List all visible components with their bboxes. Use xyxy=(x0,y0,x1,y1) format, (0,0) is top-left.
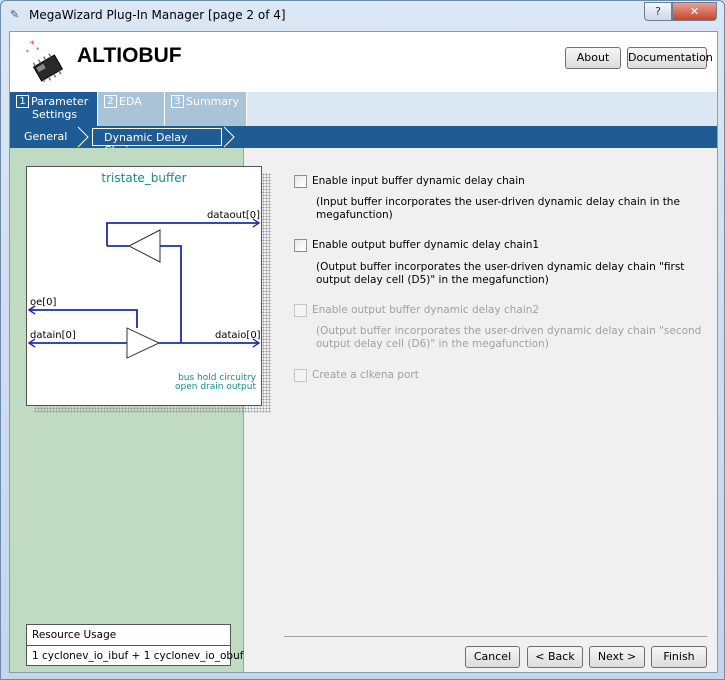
option-description: (Input buffer incorporates the user-driv… xyxy=(316,196,680,221)
option-label: Enable output buffer dynamic delay chain… xyxy=(312,239,540,251)
resource-usage-title: Resource Usage xyxy=(32,629,117,641)
diagram-wires xyxy=(27,218,261,359)
next-button[interactable]: Next > xyxy=(589,646,645,668)
port-dataout: dataout[0] xyxy=(207,210,261,221)
output-buffer-symbol xyxy=(126,327,161,359)
svg-text:*: * xyxy=(36,46,40,54)
checkbox[interactable] xyxy=(294,369,307,382)
tab-label: Summary xyxy=(186,95,240,108)
back-button[interactable]: < Back xyxy=(527,646,583,668)
port-datain: datain[0] xyxy=(30,330,76,341)
window-title: MegaWizard Plug-In Manager [page 2 of 4] xyxy=(29,8,286,22)
port-dataio: dataio[0] xyxy=(215,330,261,341)
breadcrumb-current[interactable]: Dynamic Delay Chains xyxy=(92,128,222,157)
tab-label: Parameter xyxy=(31,95,89,108)
header: * * * ALTIOBUF About Documentation xyxy=(10,32,717,92)
tab-number: 1 xyxy=(16,95,29,108)
tab-label-line2: Settings xyxy=(32,108,78,121)
input-buffer-symbol xyxy=(127,229,161,263)
option-label: Create a clkena port xyxy=(312,369,419,381)
svg-text:*: * xyxy=(30,40,35,50)
option-description: (Output buffer incorporates the user-dri… xyxy=(316,261,685,286)
resource-usage-value: 1 cyclonev_io_ibuf + 1 cyclonev_io_obuf xyxy=(32,650,244,662)
option-description: (Output buffer incorporates the user-dri… xyxy=(316,325,702,350)
checkbox[interactable] xyxy=(294,175,307,188)
checkbox[interactable] xyxy=(294,239,307,252)
wizard-window: ✎ MegaWizard Plug-In Manager [page 2 of … xyxy=(0,0,725,680)
chevron-right-icon xyxy=(77,126,89,148)
tab-eda[interactable]: 2 EDA xyxy=(98,92,165,126)
option-label: Enable input buffer dynamic delay chain xyxy=(312,175,525,187)
port-oe: oe[0] xyxy=(30,297,57,308)
megafunction-title: ALTIOBUF xyxy=(77,44,182,67)
option-label: Enable output buffer dynamic delay chain… xyxy=(312,304,540,316)
checkbox[interactable] xyxy=(294,304,307,317)
svg-text:*: * xyxy=(26,49,29,56)
documentation-button[interactable]: Documentation xyxy=(627,47,713,69)
tab-label: EDA xyxy=(119,95,142,108)
block-diagram: tristate_buffer dataout[0] oe[0] datain[… xyxy=(26,166,262,406)
divider xyxy=(27,645,230,646)
tab-summary[interactable]: 3 Summary xyxy=(165,92,247,126)
diagram-note: open drain output xyxy=(175,382,256,392)
about-button[interactable]: About xyxy=(565,47,621,69)
preview-panel: tristate_buffer dataout[0] oe[0] datain[… xyxy=(10,148,271,672)
divider xyxy=(284,636,707,637)
tab-parameter-settings[interactable]: 1 Parameter Settings xyxy=(10,92,98,126)
chip-logo-icon: * * * xyxy=(26,40,64,82)
chevron-right-icon xyxy=(223,126,235,148)
wizard-client: * * * ALTIOBUF About Documentation 1 Par… xyxy=(9,31,718,673)
help-button[interactable]: ? xyxy=(644,2,672,21)
diagram-title: tristate_buffer xyxy=(101,171,187,185)
tab-number: 2 xyxy=(104,95,117,108)
finish-button[interactable]: Finish xyxy=(651,646,707,668)
tab-number: 3 xyxy=(171,95,184,108)
tabs-filler xyxy=(247,92,717,126)
close-button[interactable]: ✕ xyxy=(672,2,717,21)
breadcrumb: General Dynamic Delay Chains xyxy=(10,126,717,157)
wand-icon: ✎ xyxy=(10,8,20,21)
wizard-tabs: 1 Parameter Settings 2 EDA 3 Summary xyxy=(10,92,717,126)
resource-usage-box: Resource Usage 1 cyclonev_io_ibuf + 1 cy… xyxy=(26,624,243,666)
title-bar[interactable]: ✎ MegaWizard Plug-In Manager [page 2 of … xyxy=(1,1,724,29)
breadcrumb-general[interactable]: General xyxy=(24,130,67,143)
cancel-button[interactable]: Cancel xyxy=(465,646,520,668)
